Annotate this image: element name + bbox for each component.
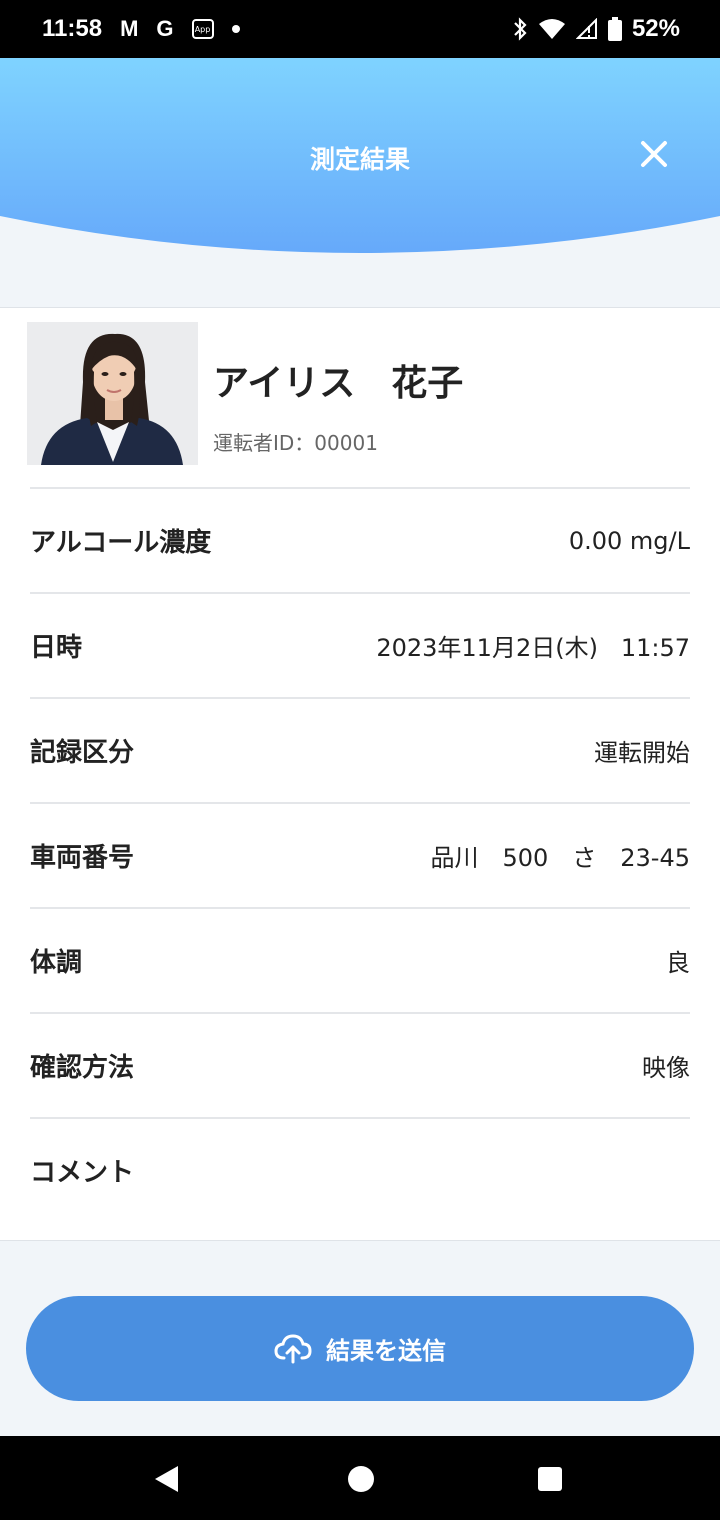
row-record-type: 記録区分 運転開始	[30, 697, 690, 802]
bluetooth-icon	[514, 17, 527, 41]
recent-apps-icon[interactable]	[538, 1467, 562, 1491]
google-icon: G	[156, 16, 174, 41]
driver-photo	[27, 322, 198, 465]
send-button-label: 結果を送信	[326, 1337, 446, 1365]
system-nav-bar	[0, 1436, 720, 1520]
status-time: 11:58	[42, 15, 103, 42]
row-label: 確認方法	[30, 1053, 135, 1083]
driver-id: 運転者ID：00001	[213, 431, 378, 455]
close-icon	[641, 141, 667, 167]
row-comment: コメント	[30, 1117, 690, 1222]
row-verification-method: 確認方法 映像	[30, 1012, 690, 1117]
battery-icon	[607, 17, 622, 41]
row-datetime: 日時 2023年11月2日(木) 11:57	[30, 592, 690, 697]
close-button[interactable]	[640, 140, 688, 188]
status-bar-right: 52%	[512, 15, 680, 43]
row-value: 品川 500 さ 23-45	[430, 844, 690, 872]
row-label: アルコール濃度	[30, 528, 212, 558]
row-value: 2023年11月2日(木) 11:57	[376, 634, 690, 662]
cloud-upload-icon	[274, 1333, 312, 1363]
send-result-button[interactable]: 結果を送信	[26, 1296, 694, 1401]
app-header: 測定結果	[0, 58, 720, 308]
gmail-icon: M	[120, 16, 139, 41]
row-label: 体調	[30, 948, 83, 978]
status-bar: 11:58 M G App 52%	[0, 0, 720, 58]
page-title: 測定結果	[309, 145, 410, 174]
row-vehicle-number: 車両番号 品川 500 さ 23-45	[30, 802, 690, 907]
row-value: 0.00 mg/L	[568, 526, 690, 555]
row-label: 車両番号	[30, 843, 135, 873]
app-icon: App	[191, 19, 214, 39]
wifi-icon	[538, 19, 565, 39]
battery-percent: 52%	[631, 15, 680, 42]
driver-profile: アイリス 花子 運転者ID：00001	[27, 322, 690, 487]
row-value: 映像	[642, 1054, 690, 1082]
row-value: 良	[666, 949, 690, 977]
dot-icon	[231, 25, 240, 33]
avatar	[27, 322, 198, 465]
row-label: 記録区分	[30, 738, 135, 768]
row-label: 日時	[30, 633, 83, 663]
status-bar-left: 11:58 M G App	[42, 15, 240, 43]
driver-name: アイリス 花子	[213, 363, 464, 404]
home-icon[interactable]	[348, 1466, 374, 1492]
result-card: アイリス 花子 運転者ID：00001 アルコール濃度 0.00 mg/L 日時…	[0, 307, 720, 1241]
row-label: コメント	[30, 1158, 135, 1188]
row-alcohol-level: アルコール濃度 0.00 mg/L	[30, 487, 690, 592]
back-icon[interactable]	[152, 1464, 180, 1494]
row-condition: 体調 良	[30, 907, 690, 1012]
signal-icon	[575, 18, 597, 39]
row-value: 運転開始	[594, 739, 690, 767]
